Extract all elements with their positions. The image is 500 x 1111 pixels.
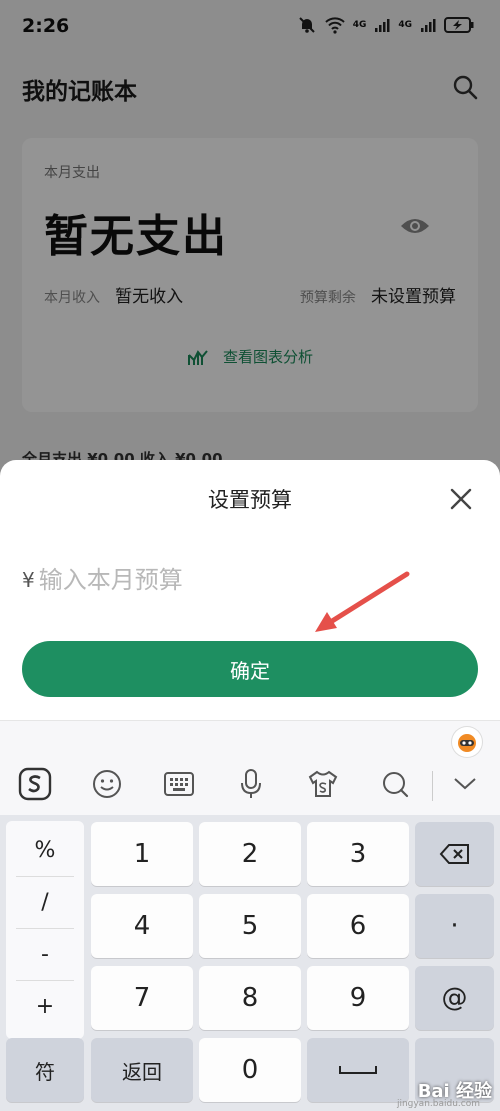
- key-9[interactable]: 9: [307, 966, 409, 1030]
- key-at[interactable]: @: [415, 966, 494, 1030]
- skin-shirt-icon[interactable]: [306, 767, 340, 801]
- keyboard-mascot-icon[interactable]: [452, 727, 482, 757]
- key-minus[interactable]: -: [6, 929, 84, 979]
- symbol-column: % / - +: [6, 821, 84, 1039]
- key-3[interactable]: 3: [307, 822, 409, 886]
- annotation-arrow-icon: [315, 571, 410, 632]
- key-5[interactable]: 5: [199, 894, 301, 958]
- search-icon[interactable]: [378, 767, 412, 801]
- set-budget-sheet: 设置预算 ¥ 确定: [0, 460, 500, 720]
- emoji-icon[interactable]: [90, 767, 124, 801]
- key-8[interactable]: 8: [199, 966, 301, 1030]
- toolbar-divider: [432, 771, 433, 801]
- confirm-button[interactable]: 确定: [22, 641, 478, 697]
- baidu-jingyan-watermark: Bai 经验 jingyan.baidu.com: [397, 1077, 492, 1109]
- key-dot[interactable]: ·: [415, 894, 494, 958]
- backspace-key[interactable]: [415, 822, 494, 886]
- key-slash[interactable]: /: [6, 877, 84, 927]
- keyboard-toolbar: [0, 720, 500, 815]
- back-key[interactable]: 返回: [91, 1038, 193, 1102]
- key-0[interactable]: 0: [199, 1038, 301, 1102]
- key-7[interactable]: 7: [91, 966, 193, 1030]
- key-plus[interactable]: +: [6, 981, 84, 1031]
- key-1[interactable]: 1: [91, 822, 193, 886]
- collapse-chevron-icon[interactable]: [448, 767, 482, 801]
- keypad: % / - + 1 2 3 4 5 6 · 7 8 9 @ 符 返回 0: [0, 815, 500, 1111]
- sogou-logo-icon[interactable]: [18, 767, 52, 801]
- symbols-key[interactable]: 符: [6, 1038, 84, 1102]
- key-4[interactable]: 4: [91, 894, 193, 958]
- keyboard-icon[interactable]: [162, 767, 196, 801]
- backspace-icon: [439, 844, 469, 864]
- close-icon[interactable]: [446, 484, 476, 514]
- space-icon: [339, 1066, 377, 1074]
- watermark-url: jingyan.baidu.com: [396, 1099, 480, 1109]
- currency-symbol: ¥: [22, 568, 35, 592]
- microphone-icon[interactable]: [234, 767, 268, 801]
- numeric-keyboard: % / - + 1 2 3 4 5 6 · 7 8 9 @ 符 返回 0 Bai…: [0, 720, 500, 1111]
- sheet-title: 设置预算: [208, 488, 292, 512]
- key-percent[interactable]: %: [6, 825, 84, 875]
- space-key[interactable]: [307, 1038, 409, 1102]
- key-2[interactable]: 2: [199, 822, 301, 886]
- key-6[interactable]: 6: [307, 894, 409, 958]
